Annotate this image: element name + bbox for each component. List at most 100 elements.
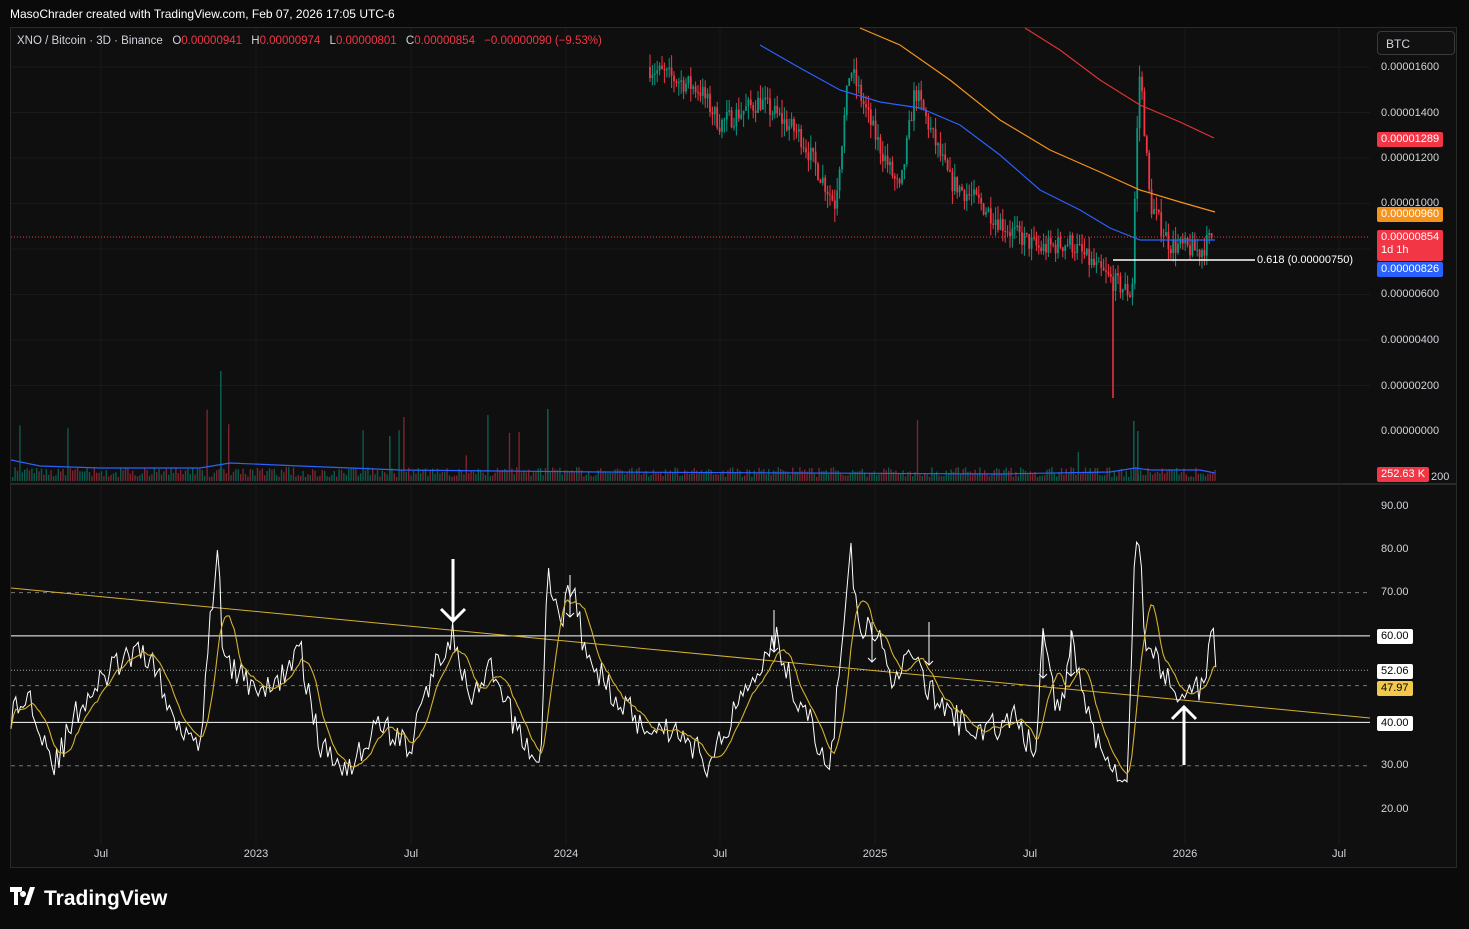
volume-bar xyxy=(628,469,631,481)
volume-bar xyxy=(928,476,931,481)
volume-bar xyxy=(307,474,309,481)
volume-bar xyxy=(379,476,381,481)
candle-body xyxy=(1073,252,1076,254)
volume-bar xyxy=(933,473,935,481)
volume-bar xyxy=(242,468,244,481)
volume-bar xyxy=(585,474,587,481)
volume-bar xyxy=(384,472,386,481)
volume-bar xyxy=(232,471,235,481)
volume-bar xyxy=(544,467,547,481)
candle-body xyxy=(1186,237,1189,246)
candle-body xyxy=(970,194,973,196)
volume-bar xyxy=(36,467,38,481)
volume-bar xyxy=(681,475,683,481)
volume-bar xyxy=(273,468,275,481)
volume-bar xyxy=(1168,469,1171,481)
candle-body xyxy=(651,74,654,79)
volume-bar xyxy=(895,470,897,481)
volume-bar xyxy=(552,467,554,481)
candle-body xyxy=(735,109,738,127)
candle-body xyxy=(989,208,992,224)
currency-button[interactable]: BTC xyxy=(1377,31,1455,55)
volume-bar xyxy=(14,467,16,481)
open-value: 0.00000941 xyxy=(181,35,243,47)
candle-body xyxy=(1133,198,1136,284)
volume-badge: 252.63 K xyxy=(1377,467,1430,482)
volume-bar xyxy=(369,475,371,481)
volume-bar xyxy=(936,471,938,481)
rsi-trendline xyxy=(10,587,1371,719)
volume-bar xyxy=(1036,476,1039,481)
volume-bar xyxy=(276,475,278,481)
volume-bar xyxy=(336,476,338,481)
volume-bar xyxy=(312,469,314,481)
tradingview-logo[interactable]: TradingView xyxy=(10,887,167,911)
candle-body xyxy=(713,107,716,115)
volume-bar xyxy=(201,470,203,481)
volume-bar xyxy=(832,467,835,481)
volume-bar xyxy=(362,430,364,481)
volume-bar xyxy=(1048,468,1051,481)
candle-body xyxy=(1011,228,1014,236)
candle-body xyxy=(781,113,783,124)
volume-bar xyxy=(741,476,743,481)
volume-bar xyxy=(1200,473,1202,481)
volume-bar xyxy=(1022,469,1024,481)
volume-bar xyxy=(235,469,237,481)
volume-bar xyxy=(549,471,551,481)
volume-bar xyxy=(712,474,715,481)
volume-bar xyxy=(943,475,945,481)
volume-bar xyxy=(789,474,791,481)
volume-bar xyxy=(1154,472,1156,481)
volume-bar xyxy=(396,476,398,481)
volume-bar xyxy=(1202,473,1204,481)
volume-bar xyxy=(885,470,887,481)
candle-body xyxy=(929,128,932,130)
volume-bar xyxy=(314,470,316,481)
volume-bar xyxy=(638,467,640,481)
chart-canvas[interactable] xyxy=(0,0,1469,929)
rsi-tick: 30.00 xyxy=(1381,759,1409,771)
candle-body xyxy=(802,147,805,149)
volume-bar xyxy=(573,472,575,481)
time-tick: Jul xyxy=(1331,848,1347,860)
volume-bar xyxy=(614,469,616,481)
candle-body xyxy=(946,159,949,171)
volume-bar xyxy=(748,470,751,481)
candle-body xyxy=(1054,244,1057,254)
volume-bar xyxy=(343,472,345,481)
candle-body xyxy=(773,105,776,114)
candle-body xyxy=(797,128,800,132)
volume-bar xyxy=(902,470,904,481)
volume-bar xyxy=(309,474,311,481)
volume-bar xyxy=(904,476,907,481)
volume-bar xyxy=(559,467,561,481)
volume-bar xyxy=(290,474,292,481)
candle-body xyxy=(937,143,939,146)
candle-body xyxy=(1001,219,1004,231)
last-price-badge: 0.00000854 1d 1h xyxy=(1377,230,1444,261)
volume-bar xyxy=(470,470,472,481)
symbol-legend[interactable]: XNO / Bitcoin · 3D · Binance O0.00000941… xyxy=(17,35,608,47)
volume-bar xyxy=(376,470,379,481)
volume-bar xyxy=(1041,475,1043,481)
time-tick: Jul xyxy=(403,848,419,860)
candle-body xyxy=(745,106,747,111)
volume-bar xyxy=(124,467,127,481)
volume-bar xyxy=(345,474,347,481)
time-tick: 2023 xyxy=(243,848,269,860)
volume-bar xyxy=(170,467,172,481)
candle-body xyxy=(814,151,817,164)
volume-bar xyxy=(1096,467,1099,481)
candle-body xyxy=(886,155,889,166)
volume-bar xyxy=(117,476,119,481)
volume-bar xyxy=(292,467,295,481)
candle-body xyxy=(1121,289,1124,293)
volume-bar xyxy=(364,470,367,481)
candle-body xyxy=(1042,244,1045,252)
candle-body xyxy=(721,120,723,132)
candle-body xyxy=(980,197,983,204)
volume-bar xyxy=(746,469,748,481)
candle-body xyxy=(737,109,740,119)
volume-bar xyxy=(849,473,851,481)
